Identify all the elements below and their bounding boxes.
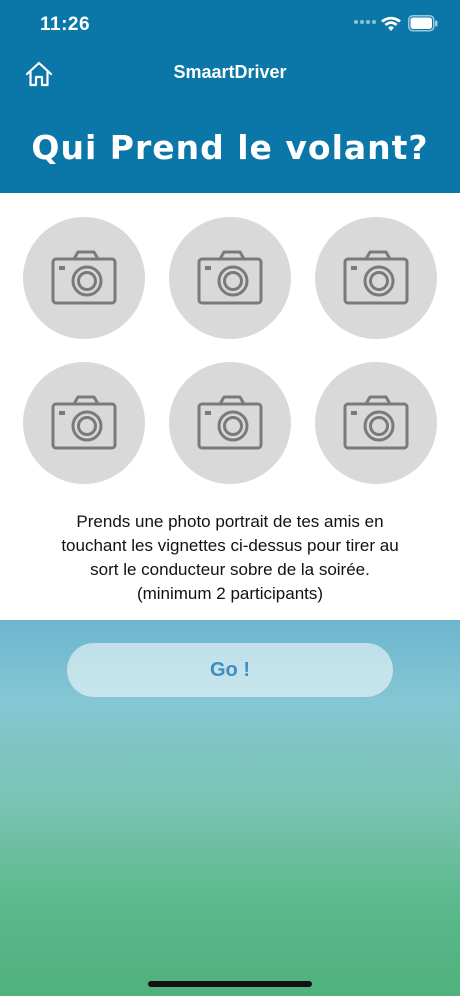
cellular-signal-icon bbox=[354, 20, 376, 26]
photo-slot-1[interactable] bbox=[23, 217, 145, 339]
camera-icon bbox=[343, 395, 409, 450]
instructions-text: Prends une photo portrait de tes amis en… bbox=[20, 510, 440, 606]
instructions-line: (minimum 2 participants) bbox=[136, 584, 324, 603]
instructions-line: Prends une photo portrait de tes amis en bbox=[76, 512, 384, 531]
status-time: 11:26 bbox=[40, 14, 91, 35]
screen-title: Qui Prend le volant? bbox=[31, 128, 429, 167]
instructions-line: touchant les vignettes ci-dessus pour ti… bbox=[61, 536, 399, 555]
photo-slot-6[interactable] bbox=[315, 362, 437, 484]
photo-slot-3[interactable] bbox=[315, 217, 437, 339]
photo-slot-2[interactable] bbox=[169, 217, 291, 339]
wifi-icon bbox=[381, 16, 401, 31]
app-title: SmaartDriver bbox=[173, 62, 287, 82]
battery-icon bbox=[408, 15, 438, 32]
camera-icon bbox=[51, 395, 117, 450]
instructions-line: sort le conducteur sobre de la soirée. bbox=[90, 560, 370, 579]
camera-icon bbox=[343, 250, 409, 305]
camera-icon bbox=[197, 250, 263, 305]
camera-icon bbox=[197, 395, 263, 450]
photo-slot-4[interactable] bbox=[23, 362, 145, 484]
camera-icon bbox=[51, 250, 117, 305]
photo-slot-5[interactable] bbox=[169, 362, 291, 484]
home-indicator bbox=[148, 981, 312, 987]
go-button[interactable]: Go ! bbox=[67, 643, 393, 697]
